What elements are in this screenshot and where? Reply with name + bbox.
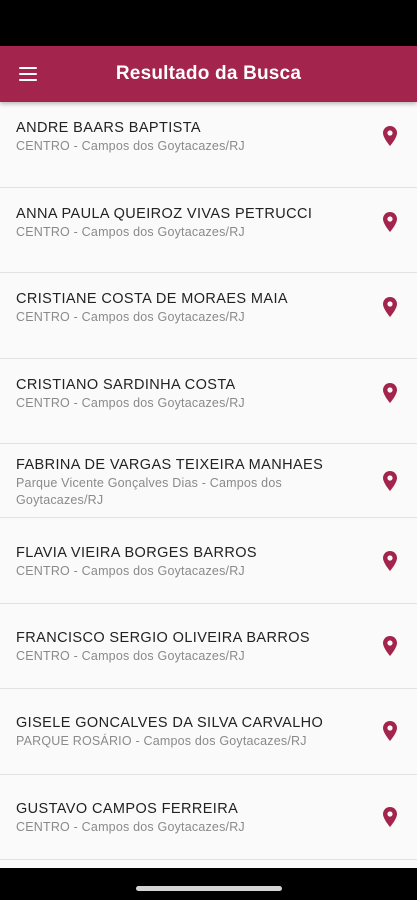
map-pin-icon[interactable] bbox=[382, 806, 398, 828]
page-title: Resultado da Busca bbox=[115, 63, 302, 84]
list-item-text: FABRINA DE VARGAS TEIXEIRA MANHAES Parqu… bbox=[16, 455, 357, 509]
list-item-name: GISELE GONCALVES DA SILVA CARVALHO bbox=[16, 715, 324, 731]
list-item-name: ANNA PAULA QUEIROZ VIVAS PETRUCCI bbox=[16, 205, 313, 222]
list-item-address: CENTRO - Campos dos Goytacazes/RJ bbox=[16, 564, 245, 578]
list-item-address: CENTRO - Campos dos Goytacazes/RJ bbox=[16, 224, 245, 239]
status-bar bbox=[0, 0, 417, 46]
map-pin-icon[interactable] bbox=[382, 720, 398, 742]
list-item-text: CRISTIANE COSTA DE MORAES MAIA CENTRO - … bbox=[16, 289, 357, 326]
map-pin-icon[interactable] bbox=[382, 470, 398, 492]
results-list: ANDRE BAARS BAPTISTA CENTRO - Campos dos… bbox=[0, 102, 417, 868]
list-item-text: ANDRE BAARS BAPTISTA CENTRO - Campos dos… bbox=[16, 118, 357, 155]
map-pin-icon[interactable] bbox=[382, 125, 398, 147]
list-item-text: CRISTIANO SARDINHA COSTA CENTRO - Campos… bbox=[16, 375, 357, 412]
list-item-address: Parque Vicente Gonçalves Dias - Campos d… bbox=[16, 476, 282, 507]
list-item-address: CENTRO - Campos dos Goytacazes/RJ bbox=[16, 648, 245, 663]
list-item-name: GUSTAVO CAMPOS FERREIRA bbox=[16, 800, 239, 817]
map-pin-icon[interactable] bbox=[382, 382, 398, 404]
list-item-text: GISELE GONCALVES DA SILVA CARVALHO PARQU… bbox=[16, 713, 357, 750]
list-item-address: CENTRO - Campos dos Goytacazes/RJ bbox=[16, 395, 245, 410]
list-item-name: FRANCISCO SERGIO OLIVEIRA BARROS bbox=[16, 629, 310, 646]
list-item-text: ANNA PAULA QUEIROZ VIVAS PETRUCCI CENTRO… bbox=[16, 204, 357, 241]
list-item-address: CENTRO - Campos dos Goytacazes/RJ bbox=[16, 819, 245, 834]
list-item[interactable]: FLAVIA VIEIRA BORGES BARROS CENTRO - Cam… bbox=[0, 518, 417, 604]
list-item-text: FRANCISCO SERGIO OLIVEIRA BARROS CENTRO … bbox=[16, 628, 357, 665]
list-item-name: CRISTIANE COSTA DE MORAES MAIA bbox=[16, 291, 288, 307]
list-item[interactable]: ANNA PAULA QUEIROZ VIVAS PETRUCCI CENTRO… bbox=[0, 187, 417, 273]
list-item-address: CENTRO - Campos dos Goytacazes/RJ bbox=[16, 310, 245, 324]
list-item-name: FABRINA DE VARGAS TEIXEIRA MANHAES bbox=[16, 457, 324, 473]
system-navigation-bar bbox=[0, 868, 417, 900]
list-item[interactable]: ANDRE BAARS BAPTISTA CENTRO - Campos dos… bbox=[0, 102, 417, 188]
list-item[interactable]: FABRINA DE VARGAS TEIXEIRA MANHAES Parqu… bbox=[0, 444, 417, 518]
list-item[interactable]: CRISTIANO SARDINHA COSTA CENTRO - Campos… bbox=[0, 358, 417, 444]
list-item-name: CRISTIANO SARDINHA COSTA bbox=[16, 376, 236, 393]
app-bar: Resultado da Busca bbox=[0, 46, 417, 102]
list-item[interactable]: GUSTAVO CAMPOS FERREIRA CENTRO - Campos … bbox=[0, 774, 417, 860]
home-indicator[interactable] bbox=[136, 886, 282, 891]
map-pin-icon[interactable] bbox=[382, 296, 398, 318]
list-item[interactable]: CRISTIANE COSTA DE MORAES MAIA CENTRO - … bbox=[0, 273, 417, 359]
map-pin-icon[interactable] bbox=[382, 211, 398, 233]
list-item-text: FLAVIA VIEIRA BORGES BARROS CENTRO - Cam… bbox=[16, 543, 357, 580]
list-item-text: GUSTAVO CAMPOS FERREIRA CENTRO - Campos … bbox=[16, 799, 357, 836]
map-pin-icon[interactable] bbox=[382, 635, 398, 657]
list-item[interactable]: FRANCISCO SERGIO OLIVEIRA BARROS CENTRO … bbox=[0, 603, 417, 689]
list-item-address: CENTRO - Campos dos Goytacazes/RJ bbox=[16, 139, 245, 153]
list-item-name: FLAVIA VIEIRA BORGES BARROS bbox=[16, 545, 257, 561]
list-item-name: ANDRE BAARS BAPTISTA bbox=[16, 120, 201, 136]
list-item-address: PARQUE ROSÁRIO - Campos dos Goytacazes/R… bbox=[16, 734, 307, 748]
map-pin-icon[interactable] bbox=[382, 550, 398, 572]
list-item[interactable]: GISELE GONCALVES DA SILVA CARVALHO PARQU… bbox=[0, 689, 417, 775]
